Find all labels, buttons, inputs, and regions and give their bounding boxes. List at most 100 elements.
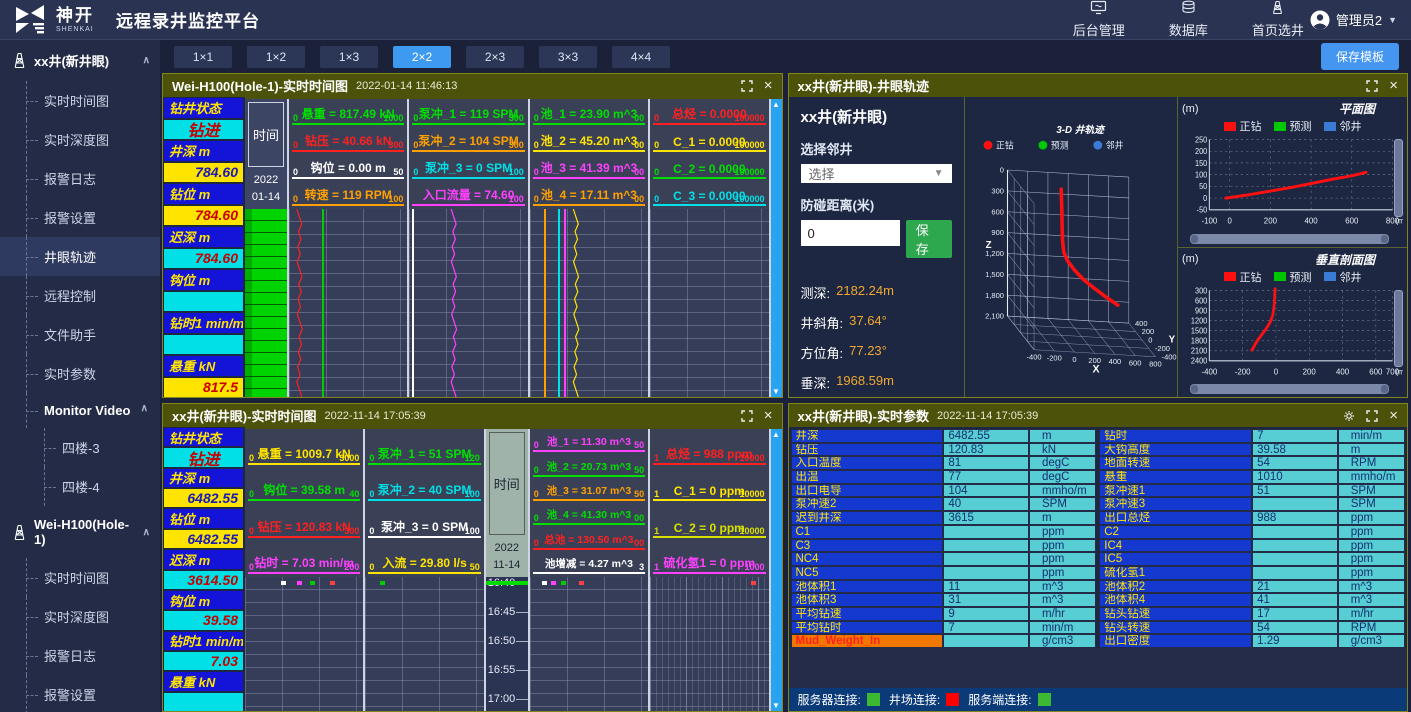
sidebar-item-实时深度图[interactable]: 实时深度图 <box>0 120 160 159</box>
settings-gear-icon[interactable] <box>1343 410 1355 422</box>
close-icon[interactable]: × <box>764 78 773 93</box>
save-template-button[interactable]: 保存模板 <box>1321 43 1399 70</box>
close-icon[interactable]: × <box>1389 78 1398 93</box>
expand-icon[interactable] <box>741 410 753 422</box>
track-plot-area <box>650 209 768 397</box>
panel-header: xx井(新井眼)-实时时间图 2022-11-14 17:05:39 × <box>163 404 782 427</box>
sidebar-item-远程控制[interactable]: 远程控制 <box>0 276 160 315</box>
svg-text:0: 0 <box>1148 336 1152 345</box>
expand-icon[interactable] <box>741 80 753 92</box>
user-caret-icon: ▼ <box>1388 15 1397 25</box>
user-avatar-icon <box>1310 10 1330 30</box>
well-header-Wei-H100(Hole-1)[interactable]: Wei-H100(Hole-1)∧ <box>0 506 160 558</box>
table-row: 地面转速54RPM <box>1099 456 1405 470</box>
save-button[interactable]: 保存 <box>906 220 952 258</box>
layout-button-1×2[interactable]: 1×2 <box>247 46 305 68</box>
layout-button-4×4[interactable]: 4×4 <box>612 46 670 68</box>
layout-button-2×2[interactable]: 2×2 <box>393 46 451 68</box>
horizontal-scrollbar[interactable] <box>1190 234 1389 244</box>
time-year: 2022 <box>493 540 520 557</box>
param-label: 迟深 m <box>164 550 243 568</box>
sidebar-item-monitor-video[interactable]: Monitor Video∧ <box>0 393 160 428</box>
param-unit-cell: ppm <box>1029 566 1096 580</box>
panel-well-trajectory: xx井(新井眼)-井眼轨迹 × xx井(新井眼) 选择邻井 选择 ▼ <box>788 73 1409 398</box>
sidebar-item-报警设置[interactable]: 报警设置 <box>0 198 160 237</box>
page: 神开 SHENKAI 远程录井监控平台 后台管理数据库首页选井 管理员2 ▼ x… <box>0 0 1411 712</box>
expand-icon[interactable] <box>1366 80 1378 92</box>
nav-item-首页选井[interactable]: 首页选井 <box>1252 0 1304 39</box>
sidebar-item-报警日志[interactable]: 报警日志 <box>0 159 160 198</box>
param-value <box>164 292 243 312</box>
close-icon[interactable]: × <box>764 408 773 423</box>
nav-item-后台管理[interactable]: 后台管理 <box>1073 0 1125 39</box>
curve-min: 0 <box>654 167 659 177</box>
sidebar-item-实时参数[interactable]: 实时参数 <box>0 354 160 393</box>
param-name-cell: NC4 <box>791 552 944 566</box>
app-title: 远程录井监控平台 <box>116 7 260 32</box>
curve-name-value: 总池 = 130.50 m^3 <box>544 532 633 548</box>
param-label: 钻时1 min/m <box>164 313 243 333</box>
sidebar-item-实时时间图[interactable]: 实时时间图 <box>0 558 160 597</box>
vertical-scrollbar[interactable]: ▲▼ <box>771 99 782 397</box>
param-value: 6482.55 <box>164 489 243 507</box>
layout-button-2×3[interactable]: 2×3 <box>466 46 524 68</box>
svg-text:(m): (m) <box>1396 367 1403 376</box>
param-name-cell: 井深 <box>791 429 944 443</box>
user-menu[interactable]: 管理员2 ▼ <box>1310 10 1397 30</box>
sidebar-item-四楼-3[interactable]: 四楼-3 <box>0 428 160 467</box>
sidebar-item-实时深度图[interactable]: 实时深度图 <box>0 597 160 636</box>
derrick-icon <box>1269 0 1286 18</box>
curve-min: 0 <box>293 167 298 177</box>
anticollision-distance-input[interactable]: 0 <box>801 220 900 246</box>
param-name-cell: 泵冲速3 <box>1099 497 1252 511</box>
sidebar-item-井眼轨迹[interactable]: 井眼轨迹 <box>0 237 160 276</box>
layout-button-3×3[interactable]: 3×3 <box>539 46 597 68</box>
vertical-scrollbar[interactable]: ▲▼ <box>771 429 782 711</box>
curve-label: 0C_1 = 0.0000100000 <box>653 129 765 152</box>
sidebar-item-报警设置[interactable]: 报警设置 <box>0 675 160 712</box>
horizontal-scrollbar[interactable] <box>1190 384 1389 394</box>
curve-name-value: 泵冲_2 = 104 SPM <box>418 132 518 150</box>
vertical-slider[interactable] <box>1394 290 1403 368</box>
neighbor-well-select[interactable]: 选择 ▼ <box>801 164 952 183</box>
expand-icon[interactable] <box>1366 410 1378 422</box>
nav-item-数据库[interactable]: 数据库 <box>1169 0 1208 39</box>
vertical-slider[interactable] <box>1394 139 1403 217</box>
chart-track: 0悬重 = 1009.7 kN30000钩位 = 39.58 m400钻压 = … <box>245 429 365 711</box>
left-param-column: 钻井状态钻进井深 m6482.55钻位 m6482.55迟深 m3614.50钩… <box>163 427 245 711</box>
svg-text:50: 50 <box>1199 182 1207 191</box>
curve-name-value: 池_1 = 11.30 m^3 <box>547 434 631 450</box>
sidebar-item-四楼-4[interactable]: 四楼-4 <box>0 467 160 506</box>
sidebar-item-实时时间图[interactable]: 实时时间图 <box>0 81 160 120</box>
data-dot <box>551 581 556 585</box>
curve-label: 入口流量 = 74.60100 <box>412 183 524 206</box>
curve-name-value: 池_4 = 17.11 m^3 <box>541 186 637 204</box>
param-value-cell: 39.58 <box>1252 443 1338 457</box>
panel-title: xx井(新井眼)-井眼轨迹 <box>798 76 929 95</box>
legend-label: 预测 <box>1290 118 1312 134</box>
sidebar-item-文件助手[interactable]: 文件助手 <box>0 315 160 354</box>
curve-label: 0钻时 = 7.03 min/m200 <box>248 542 360 575</box>
console-icon <box>1090 0 1107 18</box>
legend-item: 邻井 <box>1324 118 1362 134</box>
param-unit-cell: ppm <box>1029 525 1096 539</box>
scroll-up-icon[interactable]: ▲ <box>772 100 780 109</box>
curve-label: 0池_1 = 23.90 m^300 <box>533 102 645 125</box>
curve-min: 0 <box>249 453 254 463</box>
sidebar-item-报警日志[interactable]: 报警日志 <box>0 636 160 675</box>
param-unit-cell: ppm <box>1338 525 1405 539</box>
scroll-down-icon[interactable]: ▼ <box>772 701 780 710</box>
green-marker-bar <box>486 581 528 585</box>
layout-button-1×1[interactable]: 1×1 <box>174 46 232 68</box>
layout-button-1×3[interactable]: 1×3 <box>320 46 378 68</box>
param-value-cell: 1010 <box>1252 470 1338 484</box>
well-header-xx井(新井眼)[interactable]: xx井(新井眼)∧ <box>0 40 160 81</box>
plan-view-chart: (m) 平面图 正钻预测邻井 250200150100500-50-100020… <box>1178 97 1407 248</box>
curve-label: 0池_2 = 20.73 m^350 <box>533 456 645 476</box>
scroll-up-icon[interactable]: ▲ <box>772 430 780 439</box>
curve-name-value: 入流 = 29.80 l/s <box>382 554 466 572</box>
scroll-down-icon[interactable]: ▼ <box>772 387 780 396</box>
close-icon[interactable]: × <box>1389 408 1398 423</box>
param-unit-cell: RPM <box>1338 621 1405 635</box>
curve-max: 100000 <box>734 167 764 177</box>
